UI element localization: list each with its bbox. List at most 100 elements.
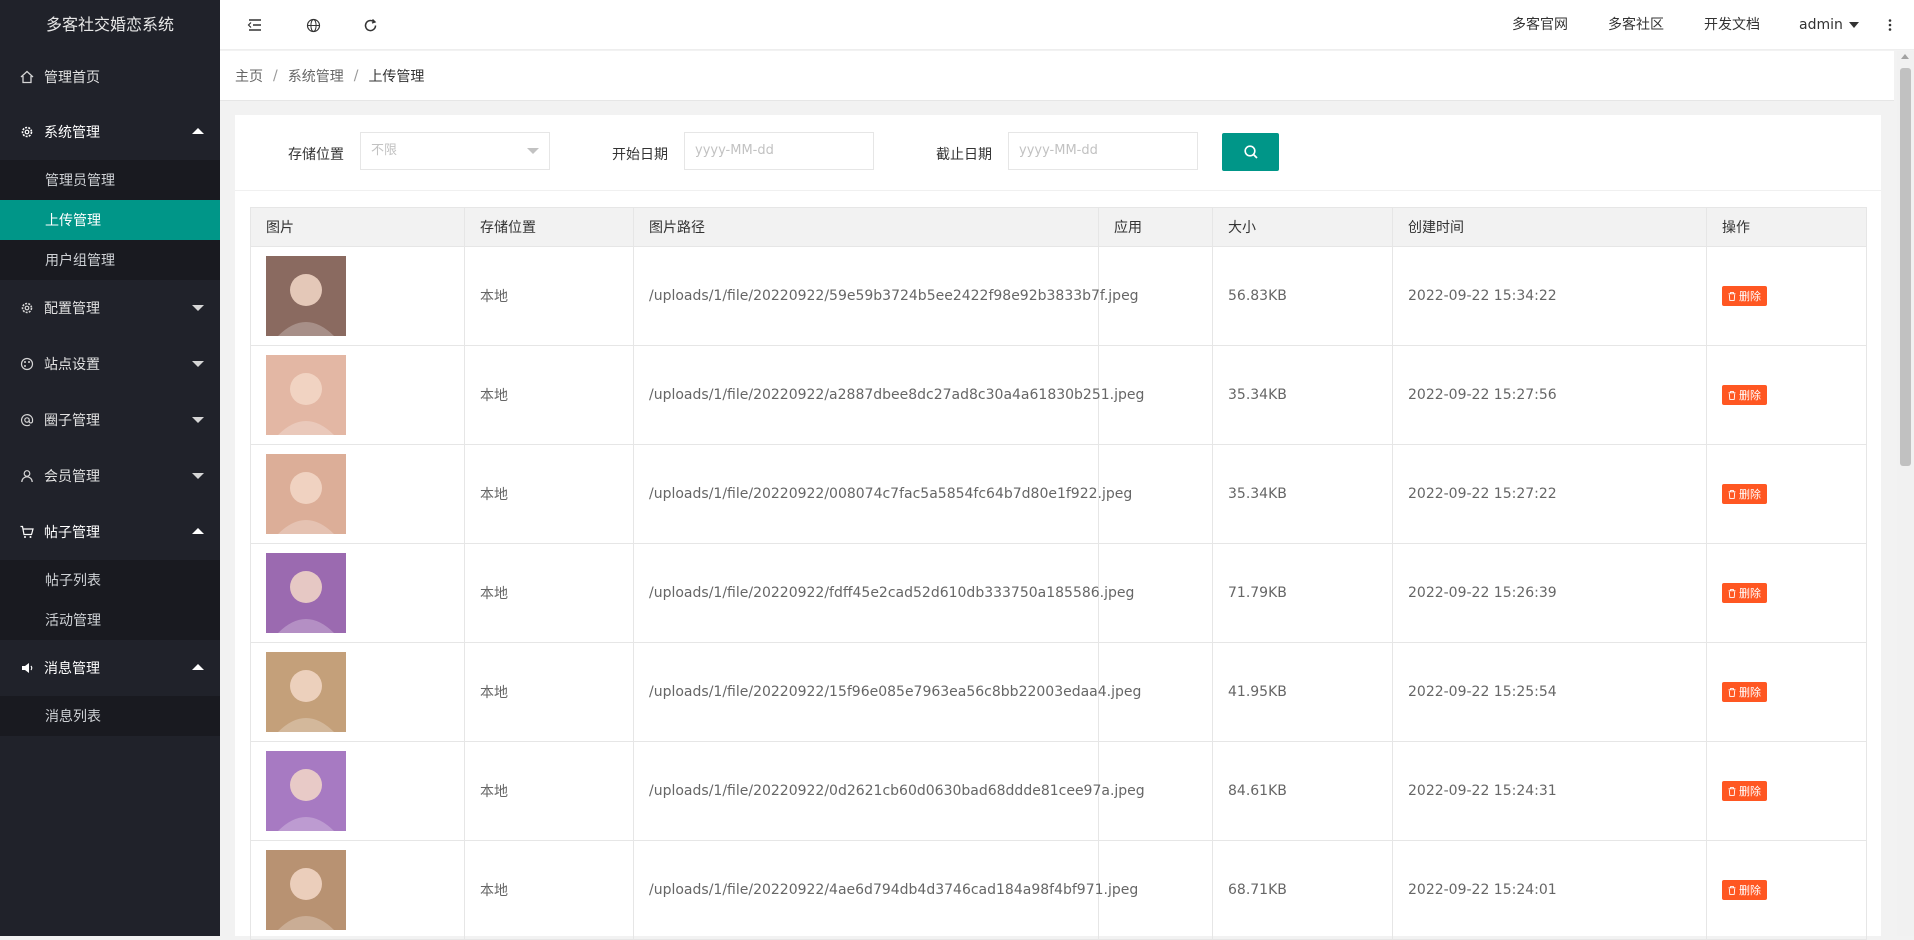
chevron-down-icon	[192, 361, 204, 367]
image-cell	[250, 543, 465, 643]
refresh-icon	[364, 18, 376, 31]
breadcrumb-current: 上传管理	[368, 68, 425, 85]
sidebar-item-usergroup-manage[interactable]: 用户组管理	[0, 240, 220, 280]
delete-button-label: 删除	[1739, 686, 1761, 699]
storage-cell: 本地	[464, 642, 634, 742]
thumbnail-image[interactable]	[266, 751, 346, 831]
collapse-menu-button[interactable]	[245, 15, 265, 35]
nav-link-community[interactable]: 多客社区	[1608, 0, 1664, 50]
sidebar-item-upload-manage[interactable]: 上传管理	[0, 200, 220, 240]
time-cell: 2022-09-22 15:24:31	[1392, 741, 1707, 841]
column-header-app: 应用	[1098, 207, 1213, 247]
delete-button[interactable]: 删除	[1722, 682, 1767, 702]
thumbnail-image[interactable]	[266, 652, 346, 732]
time-cell: 2022-09-22 15:27:56	[1392, 345, 1707, 445]
submenu-post: 帖子列表 活动管理	[0, 560, 220, 640]
storage-select[interactable]: 不限	[360, 132, 550, 170]
column-header-path: 图片路径	[633, 207, 1099, 247]
image-cell	[250, 741, 465, 841]
upload-list-card: 存储位置 不限 开始日期 yyyy-MM-dd 截止日期 yyyy-MM-dd …	[235, 115, 1881, 940]
sidebar-item-message[interactable]: 消息管理	[0, 640, 220, 696]
chevron-up-icon	[192, 528, 204, 534]
delete-button[interactable]: 删除	[1722, 286, 1767, 306]
start-date-input[interactable]: yyyy-MM-dd	[684, 132, 874, 170]
trash-icon	[1728, 489, 1736, 499]
delete-button[interactable]: 删除	[1722, 781, 1767, 801]
sidebar-item-post-list[interactable]: 帖子列表	[0, 560, 220, 600]
time-cell: 2022-09-22 15:34:22	[1392, 246, 1707, 346]
refresh-button[interactable]	[360, 15, 380, 35]
globe-icon	[306, 18, 320, 32]
search-button[interactable]	[1222, 133, 1279, 171]
delete-button-label: 删除	[1739, 587, 1761, 600]
chevron-down-icon	[192, 305, 204, 311]
column-header-actions: 操作	[1706, 207, 1867, 247]
settings-icon	[20, 301, 34, 315]
sidebar-item-system[interactable]: 系统管理	[0, 104, 220, 160]
user-menu[interactable]: admin	[1799, 0, 1859, 50]
start-date-label: 开始日期	[612, 147, 668, 163]
size-cell: 41.95KB	[1212, 642, 1393, 742]
trash-icon	[1728, 291, 1736, 301]
path-cell: /uploads/1/file/20220922/a2887dbee8dc27a…	[633, 345, 1144, 445]
sidebar-item-circle[interactable]: 圈子管理	[0, 392, 220, 448]
path-cell: /uploads/1/file/20220922/0d2621cb60d0630…	[633, 741, 1145, 841]
gear-icon	[20, 125, 34, 139]
table-header-row: 图片 存储位置 图片路径 应用 大小 创建时间 操作	[250, 207, 1867, 247]
more-vertical-icon	[1888, 19, 1892, 31]
end-date-input[interactable]: yyyy-MM-dd	[1008, 132, 1198, 170]
nav-link-official[interactable]: 多客官网	[1512, 0, 1568, 50]
sidebar-item-label: 配置管理	[44, 301, 100, 317]
storage-cell: 本地	[464, 543, 634, 643]
nav-link-docs[interactable]: 开发文档	[1704, 0, 1760, 50]
sidebar-item-activity-manage[interactable]: 活动管理	[0, 600, 220, 640]
delete-button-label: 删除	[1739, 488, 1761, 501]
storage-cell: 本地	[464, 741, 634, 841]
more-button[interactable]	[1880, 15, 1900, 35]
time-cell: 2022-09-22 15:24:01	[1392, 840, 1707, 940]
image-cell	[250, 345, 465, 445]
thumbnail-image[interactable]	[266, 850, 346, 930]
sidebar-item-member[interactable]: 会员管理	[0, 448, 220, 504]
thumbnail-image[interactable]	[266, 553, 346, 633]
sidebar-item-admin-manage[interactable]: 管理员管理	[0, 160, 220, 200]
app-logo-title: 多客社交婚恋系统	[45, 15, 174, 34]
breadcrumb-home[interactable]: 主页	[235, 66, 263, 86]
chevron-up-icon	[192, 128, 204, 134]
breadcrumb: 主页 / 系统管理 / 上传管理	[220, 51, 1894, 101]
delete-button[interactable]: 删除	[1722, 385, 1767, 405]
path-cell: /uploads/1/file/20220922/fdff45e2cad52d6…	[633, 543, 1134, 643]
delete-button[interactable]: 删除	[1722, 583, 1767, 603]
scroll-up-arrow-icon[interactable]	[1901, 54, 1909, 59]
sidebar-item-home[interactable]: 管理首页	[0, 50, 220, 104]
sidebar-item-config[interactable]: 配置管理	[0, 280, 220, 336]
breadcrumb-system[interactable]: 系统管理	[288, 66, 344, 86]
website-button[interactable]	[303, 15, 323, 35]
sidebar-item-label: 系统管理	[44, 125, 100, 141]
path-cell: /uploads/1/file/20220922/008074c7fac5a58…	[633, 444, 1132, 544]
size-cell: 84.61KB	[1212, 741, 1393, 841]
storage-cell: 本地	[464, 444, 634, 544]
sidebar-item-site[interactable]: 站点设置	[0, 336, 220, 392]
home-icon	[20, 70, 34, 84]
trash-icon	[1728, 885, 1736, 895]
actions-cell: 删除	[1706, 840, 1867, 940]
table-row: 本地/uploads/1/file/20220922/fdff45e2cad52…	[250, 543, 1867, 643]
delete-button[interactable]: 删除	[1722, 484, 1767, 504]
trash-icon	[1728, 390, 1736, 400]
image-cell	[250, 246, 465, 346]
path-cell: /uploads/1/file/20220922/4ae6d794db4d374…	[633, 840, 1138, 940]
page-scrollbar-thumb[interactable]	[1900, 68, 1911, 466]
table-row: 本地/uploads/1/file/20220922/008074c7fac5a…	[250, 444, 1867, 544]
sidebar-item-message-list[interactable]: 消息列表	[0, 696, 220, 736]
thumbnail-image[interactable]	[266, 454, 346, 534]
time-cell: 2022-09-22 15:26:39	[1392, 543, 1707, 643]
indent-icon	[247, 19, 261, 31]
thumbnail-image[interactable]	[266, 256, 346, 336]
sidebar-item-label: 消息管理	[44, 661, 100, 677]
path-cell: /uploads/1/file/20220922/15f96e085e7963e…	[633, 642, 1141, 742]
speaker-icon	[20, 661, 34, 675]
delete-button[interactable]: 删除	[1722, 880, 1767, 900]
thumbnail-image[interactable]	[266, 355, 346, 435]
sidebar-item-post[interactable]: 帖子管理	[0, 504, 220, 560]
